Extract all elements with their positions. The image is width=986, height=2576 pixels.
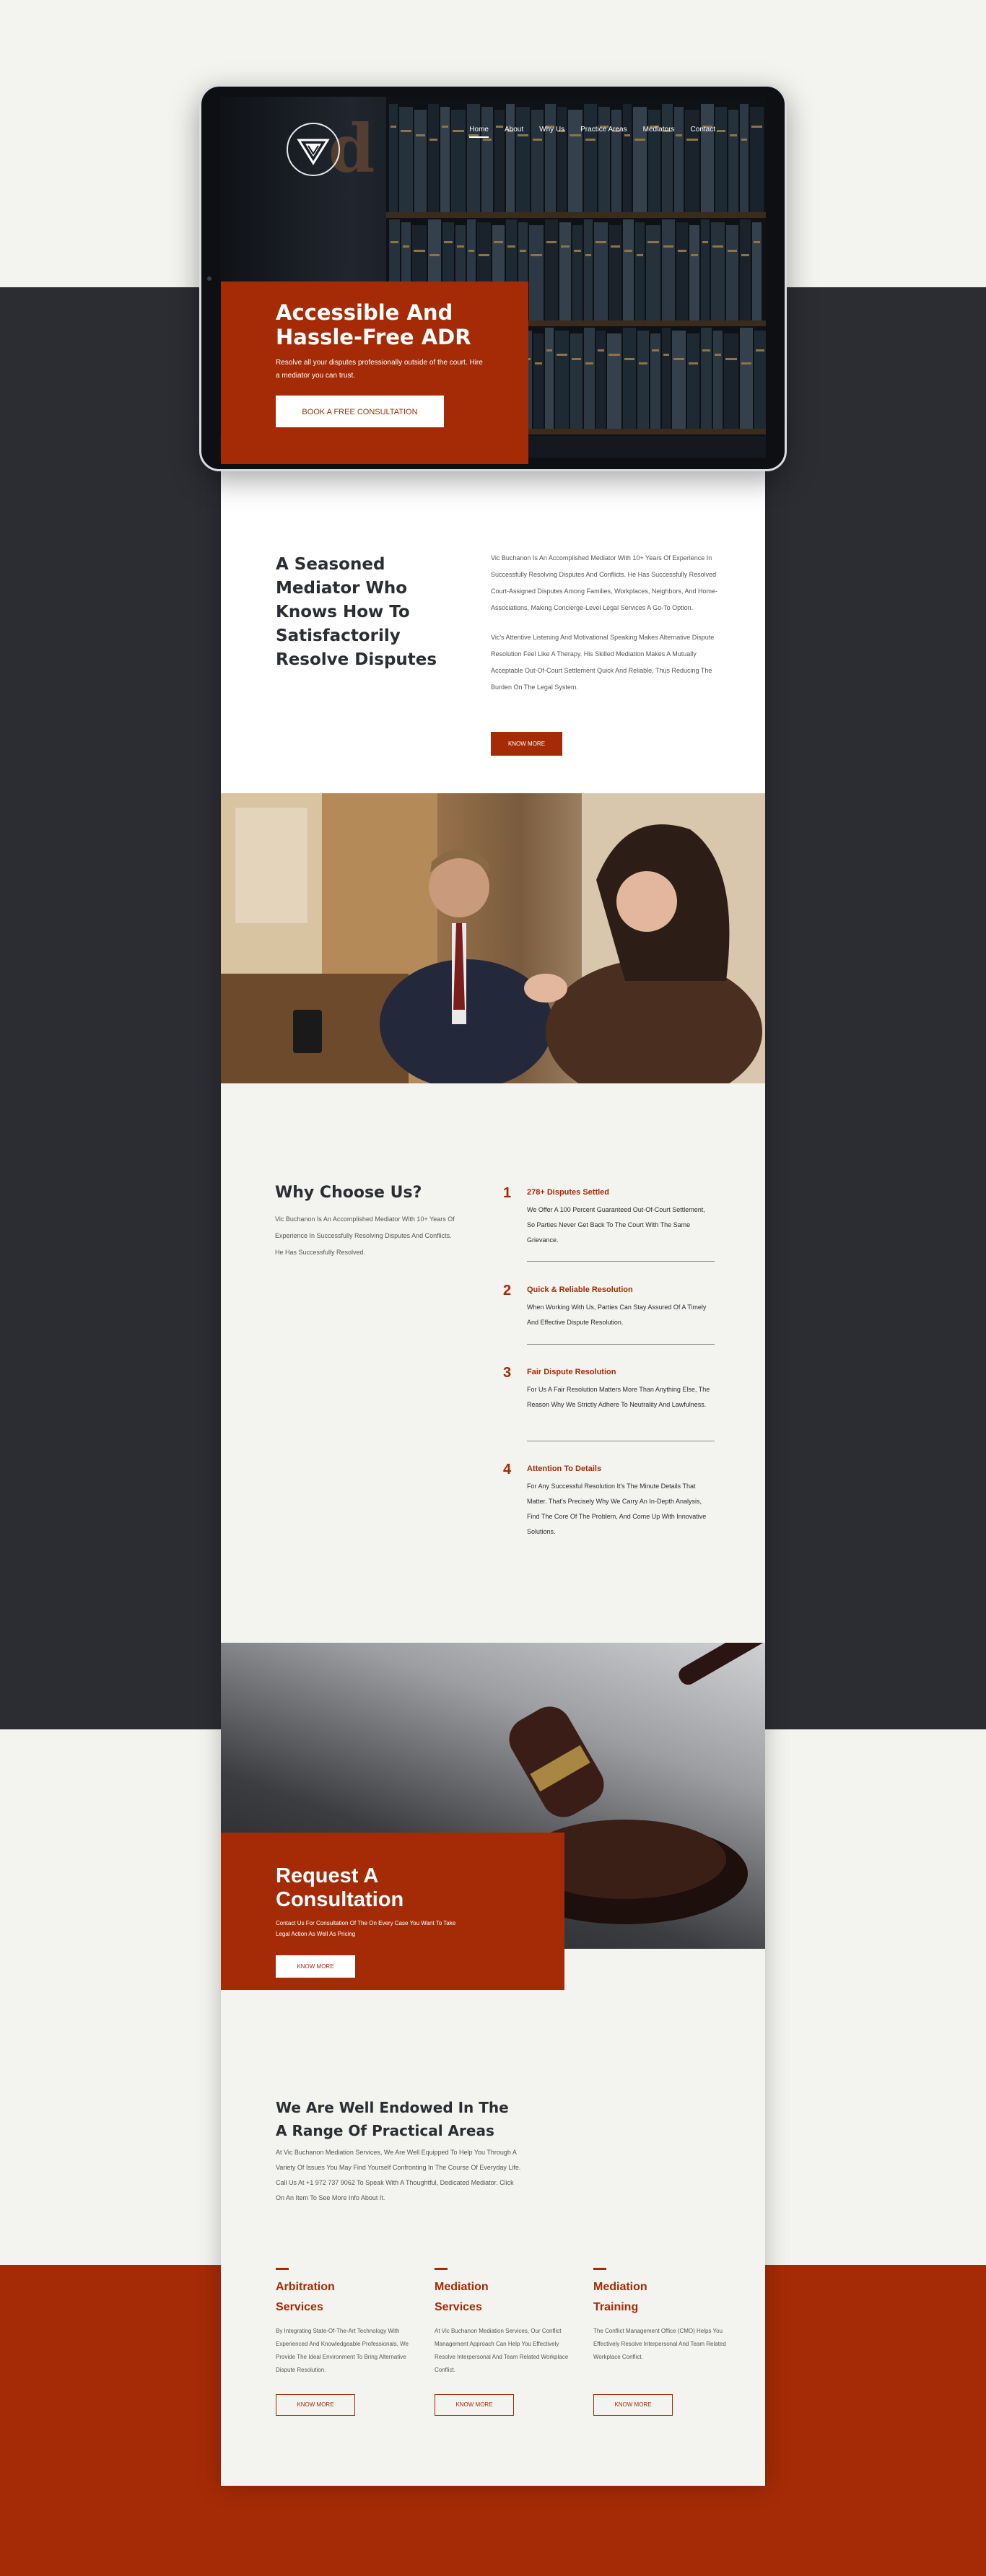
service-card-training: Mediation Training The Conflict Manageme… [593,2268,730,2416]
hero-subtitle: Resolve all your disputes professionally… [276,359,483,380]
why-item-number: 4 [503,1462,512,1477]
service-text: The Conflict Management Office (CMO) Hel… [593,2328,726,2360]
request-consultation-card: Request A Consultation Contact Us For Co… [221,1833,564,1990]
service-know-more-button[interactable]: KNOW MORE [435,2394,514,2416]
logo-emblem-icon [297,139,330,165]
why-item-title: Attention To Details [527,1464,602,1473]
service-title-line2: Services [435,2301,482,2313]
service-title-line1: Mediation [593,2281,647,2293]
service-title-line1: Mediation [435,2281,489,2293]
hero-title-line1: Accessible And [276,300,453,325]
service-text: By Integrating State-Of-The-Art Technolo… [276,2328,409,2373]
request-title: Request A Consultation [276,1864,404,1911]
why-description: Vic Buchanon Is An Accomplished Mediator… [275,1215,455,1256]
why-item-number: 2 [503,1283,512,1298]
mediator-title: A Seasoned Mediator Who Knows How To Sat… [276,555,437,669]
office-scene-image [221,793,765,1083]
mediator-paragraph-1: Vic Buchanon Is An Accomplished Mediator… [491,554,717,611]
service-accent-bar [435,2268,448,2270]
why-item-title: 278+ Disputes Settled [527,1188,610,1197]
why-item-text: For Us A Fair Resolution Matters More Th… [527,1386,710,1408]
hero-title-line2: Hassle-Free ADR [276,325,471,349]
office-meeting-photo [221,793,765,1083]
why-title: Why Choose Us? [275,1184,422,1202]
service-text: At Vic Buchanon Mediation Services, Our … [435,2328,569,2373]
service-card-arbitration: Arbitration Services By Integrating Stat… [276,2268,413,2416]
request-know-more-button[interactable]: KNOW MORE [276,1955,355,1978]
service-title-line1: Arbitration [276,2281,335,2293]
hero-card: Accessible And Hassle-Free ADR Resolve a… [221,281,528,464]
practice-title: We Are Well Endowed In The A Range Of Pr… [276,2099,509,2139]
why-item-title: Fair Dispute Resolution [527,1368,616,1376]
service-accent-bar [593,2268,606,2270]
nav-about[interactable]: About [505,126,523,138]
nav-why-us[interactable]: Why Us [539,126,564,138]
service-accent-bar [276,2268,289,2270]
service-title-line2: Training [593,2301,639,2313]
nav-mediators[interactable]: Mediators [643,126,675,138]
why-item-number: 1 [503,1185,512,1201]
nav-contact[interactable]: Contact [691,126,715,138]
book-consultation-button[interactable]: BOOK A FREE CONSULTATION [276,396,444,427]
service-know-more-button[interactable]: KNOW MORE [593,2394,673,2416]
service-title: Mediation Services [435,2277,572,2318]
nav-home[interactable]: Home [469,126,489,138]
service-title-line2: Services [276,2301,323,2313]
nav-practice-areas[interactable]: Practice Areas [580,126,627,138]
service-title: Arbitration Services [276,2277,413,2318]
why-item-text: When Working With Us, Parties Can Stay A… [527,1304,707,1326]
service-know-more-button[interactable]: KNOW MORE [276,2394,355,2416]
why-item-title: Quick & Reliable Resolution [527,1285,633,1294]
site-logo[interactable] [287,123,340,176]
main-nav: Home About Why Us Practice Areas Mediato… [469,126,715,138]
why-divider [527,1344,715,1345]
service-title: Mediation Training [593,2277,730,2318]
hero-title: Accessible And Hassle-Free ADR [276,300,474,349]
why-item-text: For Any Successful Resolution It's The M… [527,1483,707,1535]
service-card-mediation: Mediation Services At Vic Buchanon Media… [435,2268,572,2416]
why-item-text: We Offer A 100 Percent Guaranteed Out-Of… [527,1206,705,1244]
mediator-know-more-button[interactable]: KNOW MORE [491,732,562,756]
mediator-paragraph-2: Vic's Attentive Listening And Motivation… [491,634,715,691]
why-divider [527,1261,715,1262]
tablet-camera [207,276,211,281]
practice-description: At Vic Buchanon Mediation Services, We A… [276,2149,521,2201]
why-item-number: 3 [503,1365,512,1381]
request-text: Contact Us For Consultation Of The On Ev… [276,1920,456,1937]
mediator-description: Vic Buchanon Is An Accomplished Mediator… [491,550,720,696]
